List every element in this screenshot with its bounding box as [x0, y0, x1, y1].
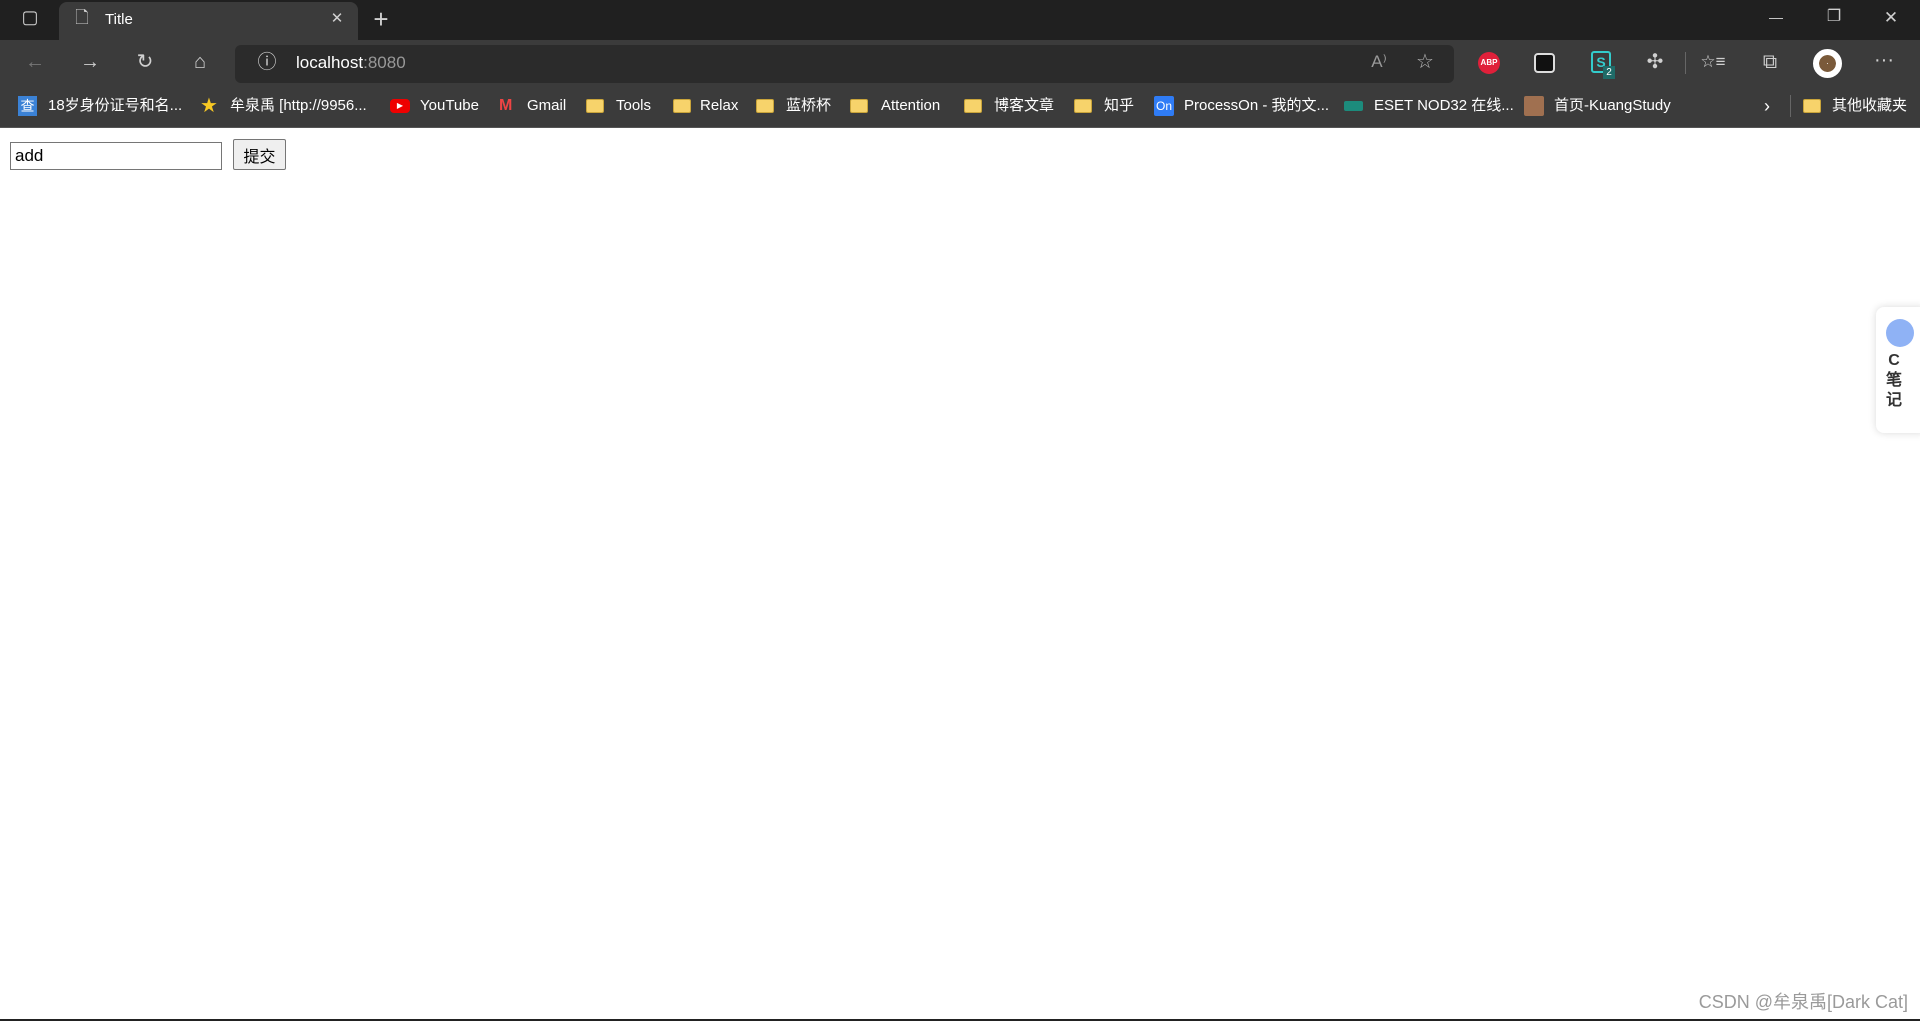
toolbar-divider [1685, 52, 1686, 74]
note-widget[interactable]: C 笔 记 [1876, 307, 1920, 433]
bookmark-folder[interactable]: Tools [616, 96, 651, 116]
extensions-icon[interactable]: ✣ [1641, 52, 1669, 72]
address-host: localhost [296, 53, 364, 72]
add-favorite-icon[interactable]: ☆ [1411, 52, 1439, 72]
back-button[interactable]: ← [21, 52, 49, 72]
note-label-line: C [1888, 352, 1900, 369]
close-window-button[interactable]: ✕ [1877, 9, 1905, 26]
minimize-button[interactable]: — [1762, 10, 1790, 24]
bookmark-item[interactable]: 18岁身份证号和名... [48, 96, 182, 116]
more-menu-icon[interactable]: ··· [1870, 50, 1898, 70]
bookmark-item[interactable]: YouTube [420, 96, 479, 116]
tab-active[interactable] [59, 2, 358, 40]
folder-icon [850, 99, 868, 113]
youtube-icon: ▶ [390, 99, 410, 113]
folder-icon [1074, 99, 1092, 113]
note-label-line: 笔 [1885, 372, 1902, 389]
bookmark-item[interactable]: ESET NOD32 在线... [1374, 96, 1514, 116]
folder-icon [673, 99, 691, 113]
home-button[interactable]: ⌂ [186, 52, 214, 72]
forward-button[interactable]: → [76, 52, 104, 72]
folder-icon [756, 99, 774, 113]
other-bookmarks[interactable]: 其他收藏夹 [1832, 96, 1907, 116]
bookmark-item[interactable]: ProcessOn - 我的文... [1184, 96, 1329, 116]
note-label-line: 记 [1885, 392, 1902, 409]
adblock-icon[interactable]: ABP [1478, 52, 1500, 74]
read-aloud-icon[interactable]: A⁾ [1365, 53, 1393, 70]
info-icon[interactable]: ⓘ [253, 53, 281, 72]
folder-icon [964, 99, 982, 113]
address-bar[interactable] [235, 45, 1454, 83]
bookmark-icon-cha: 查 [18, 96, 37, 116]
extension-glasses-icon[interactable] [1534, 53, 1555, 73]
bookmark-item[interactable]: 首页-KuangStudy [1554, 96, 1671, 116]
address-port: :8080 [363, 53, 406, 72]
favorites-icon[interactable]: ☆≡ [1699, 53, 1727, 70]
watermark: CSDN @牟泉禹[Dark Cat] [1698, 992, 1908, 1012]
star-icon: ★ [200, 95, 218, 117]
profile-avatar[interactable] [1813, 49, 1842, 78]
bookmark-folder[interactable]: Attention [881, 96, 940, 116]
folder-icon [586, 99, 604, 113]
tab-title: Title [105, 11, 133, 28]
address-text[interactable]: localhost:8080 [296, 53, 406, 73]
eset-icon [1344, 101, 1363, 111]
sidebar-toggle-icon[interactable]: ▢ [16, 8, 44, 26]
note-label: C 笔 记 [1876, 351, 1912, 411]
collections-icon[interactable]: ⧉ [1756, 52, 1784, 72]
folder-icon [1803, 99, 1821, 113]
document-icon: 🗋 [75, 8, 89, 27]
bookmark-folder[interactable]: 知乎 [1104, 96, 1134, 116]
refresh-button[interactable]: ↻ [131, 52, 159, 72]
note-quill-icon [1886, 319, 1914, 347]
close-tab-icon[interactable]: ✕ [323, 11, 351, 26]
text-input[interactable] [10, 142, 222, 170]
kuangstudy-avatar-icon [1524, 96, 1544, 116]
extension-badge: 2 [1603, 66, 1615, 79]
new-tab-button[interactable]: + [367, 6, 395, 32]
processon-icon: On [1154, 96, 1174, 116]
bookmark-folder[interactable]: Relax [700, 96, 738, 116]
chevron-right-icon[interactable]: › [1764, 96, 1770, 116]
gmail-icon: M [499, 97, 513, 114]
bookmarks-divider [1790, 95, 1791, 117]
bookmark-item[interactable]: Gmail [527, 96, 566, 116]
bookmark-folder[interactable]: 博客文章 [994, 96, 1054, 116]
bookmark-item[interactable]: 牟泉禹 [http://9956... [230, 96, 367, 116]
submit-button[interactable]: 提交 [233, 139, 286, 170]
bookmark-folder[interactable]: 蓝桥杯 [786, 96, 831, 116]
maximize-button[interactable]: ❐ [1820, 9, 1848, 25]
